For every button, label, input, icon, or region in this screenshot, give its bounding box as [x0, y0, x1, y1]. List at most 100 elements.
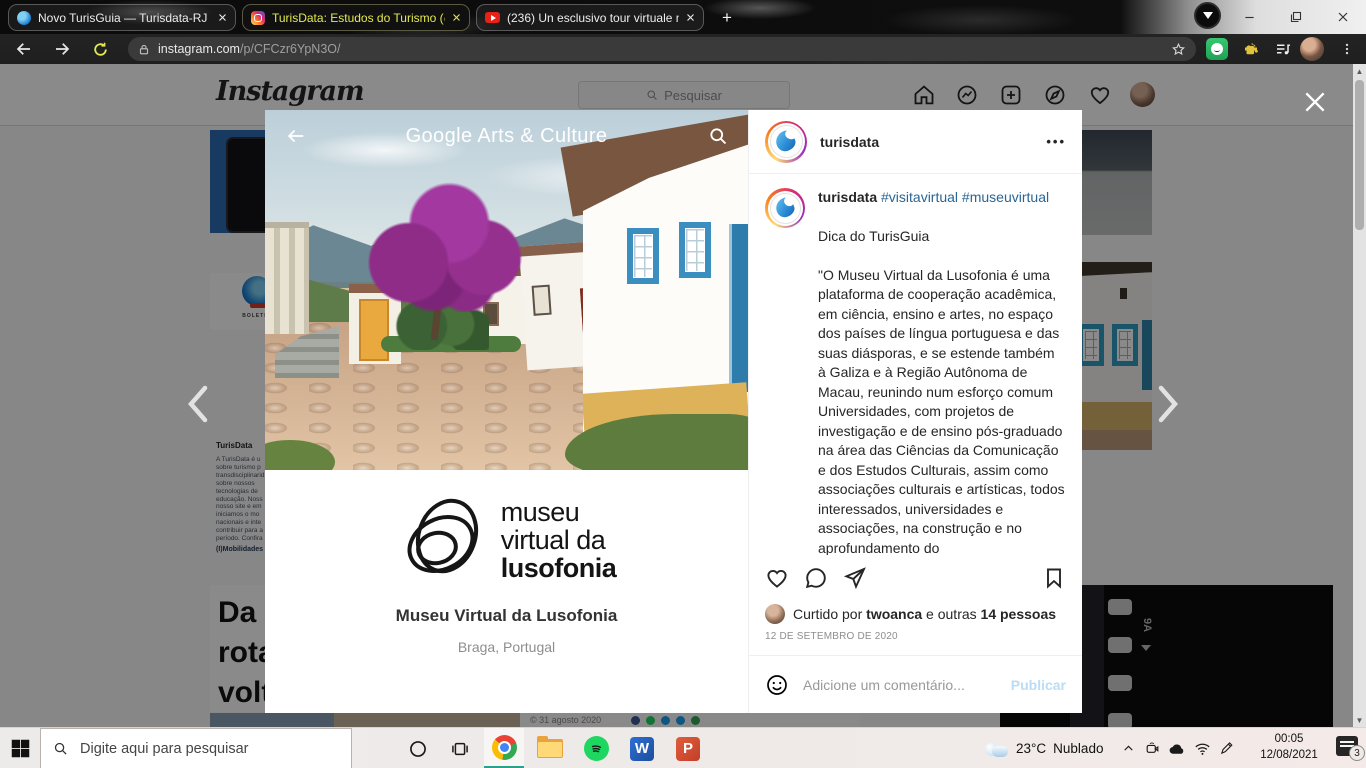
- save-bookmark-icon[interactable]: [1042, 566, 1066, 590]
- publish-button[interactable]: Publicar: [1011, 677, 1066, 693]
- turisdata-avatar[interactable]: [770, 193, 801, 224]
- back-arrow-icon: [15, 40, 33, 58]
- instagram-page: Instagram Pesquisar BOLETIM Este mês nos…: [0, 64, 1366, 727]
- reload-button[interactable]: [88, 37, 112, 61]
- notification-center-button[interactable]: 3: [1336, 736, 1358, 756]
- close-icon: [1337, 11, 1349, 23]
- taskbar-explorer-button[interactable]: [530, 728, 570, 768]
- taskbar-powerpoint-button[interactable]: P: [668, 728, 708, 768]
- turisdata-avatar[interactable]: [770, 125, 803, 158]
- scroll-down-arrow[interactable]: ▼: [1353, 713, 1366, 727]
- cortana-button[interactable]: [398, 728, 438, 768]
- tray-onedrive-button[interactable]: [1165, 728, 1189, 768]
- comment-input[interactable]: [801, 676, 999, 694]
- media-controls-button[interactable]: [1194, 2, 1221, 29]
- like-heart-icon[interactable]: [765, 566, 789, 590]
- post-username[interactable]: turisdata: [820, 134, 879, 150]
- tab-close-icon[interactable]: [218, 13, 227, 22]
- tab-close-icon[interactable]: [452, 13, 461, 22]
- caption-hashtags[interactable]: #visitavirtual #museuvirtual: [881, 189, 1049, 205]
- forward-arrow-icon: [53, 40, 71, 58]
- page-scrollbar[interactable]: ▲ ▼: [1353, 64, 1366, 727]
- weather-cloud-icon: [982, 741, 1009, 757]
- browser-profile-avatar[interactable]: [1300, 37, 1324, 61]
- browser-toolbar: instagram.com/p/CFCzr6YpN3O/: [0, 34, 1366, 64]
- window-minimize-button[interactable]: [1226, 0, 1272, 34]
- taskbar-search-input[interactable]: [78, 740, 339, 758]
- caption-body: Dica do TurisGuia "O Museu Virtual da Lu…: [818, 227, 1066, 556]
- gac-search-icon[interactable]: [708, 126, 728, 146]
- tab-close-icon[interactable]: [686, 13, 695, 22]
- taskbar-clock[interactable]: 00:05 12/08/2021: [1244, 731, 1334, 763]
- cortana-circle-icon: [408, 739, 428, 759]
- post-media[interactable]: Google Arts & Culture muse: [265, 110, 748, 713]
- taskbar-spotify-button[interactable]: [576, 728, 616, 768]
- previous-post-chevron[interactable]: [184, 382, 212, 426]
- playlist-icon: [1274, 40, 1292, 58]
- url-text: instagram.com/p/CFCzr6YpN3O/: [158, 42, 340, 56]
- url-bar[interactable]: instagram.com/p/CFCzr6YpN3O/: [128, 37, 1196, 61]
- tab-title: Novo TurisGuia — Turisdata-RJ: [38, 11, 211, 25]
- powerpoint-icon: P: [676, 737, 700, 761]
- liker-avatar[interactable]: [765, 604, 785, 624]
- window-maximize-button[interactable]: [1273, 0, 1319, 34]
- instagram-favicon: [251, 11, 265, 25]
- tray-windows-ink-button[interactable]: [1214, 728, 1238, 768]
- tab-turisguia[interactable]: Novo TurisGuia — Turisdata-RJ: [8, 4, 236, 31]
- forward-button[interactable]: [50, 37, 74, 61]
- weather-label: Nublado: [1053, 741, 1103, 756]
- post-panel: turisdata ••• turisdata #visitavirtual #…: [748, 110, 1082, 713]
- windows-taskbar: W P 23°C Nublado 00:05 12/08/2021 3: [0, 727, 1366, 768]
- tray-meet-now-button[interactable]: [1140, 728, 1164, 768]
- more-options-button[interactable]: •••: [1046, 134, 1066, 149]
- windows-start-icon[interactable]: [10, 738, 31, 759]
- next-post-chevron[interactable]: [1154, 382, 1182, 426]
- story-ring[interactable]: [765, 188, 805, 228]
- tab-instagram-active[interactable]: TurisData: Estudos do Turismo (@: [242, 4, 470, 31]
- share-plane-icon[interactable]: [843, 566, 867, 590]
- tab-youtube[interactable]: (236) Un esclusivo tour virtuale n: [476, 4, 704, 31]
- taskbar-search[interactable]: [40, 728, 352, 768]
- scrollbar-thumb[interactable]: [1355, 80, 1364, 230]
- chevron-up-icon: [1122, 742, 1135, 755]
- bitmoji-extension-icon[interactable]: [1206, 38, 1228, 60]
- tray-chevron-button[interactable]: [1116, 728, 1140, 768]
- caption-row: turisdata #visitavirtual #museuvirtual D…: [765, 188, 1066, 555]
- puzzle-icon: [1242, 40, 1260, 58]
- reload-icon: [92, 41, 109, 58]
- museum-caption-block: museu virtual da lusofonia Museu Virtual…: [265, 470, 748, 713]
- post-date: 12 DE SETEMBRO DE 2020: [749, 627, 1082, 655]
- likes-row: Curtido por twoanca e outras 14 pessoas: [749, 601, 1082, 627]
- taskbar-word-button[interactable]: W: [622, 728, 662, 768]
- emoji-icon[interactable]: [765, 673, 789, 697]
- spotify-icon: [584, 736, 609, 761]
- music-queue-extension-icon[interactable]: [1272, 38, 1294, 60]
- bookmark-star-icon[interactable]: [1171, 42, 1186, 57]
- comment-icon[interactable]: [804, 566, 828, 590]
- post-modal: Google Arts & Culture muse: [265, 110, 1082, 713]
- notification-badge: 3: [1349, 745, 1365, 761]
- taskbar-weather[interactable]: 23°C Nublado: [982, 728, 1103, 768]
- extensions-puzzle-icon[interactable]: [1240, 38, 1262, 60]
- task-view-button[interactable]: [440, 728, 480, 768]
- gac-back-arrow-icon[interactable]: [285, 125, 307, 147]
- post-actions: [749, 555, 1082, 601]
- taskbar-chrome-button[interactable]: [484, 728, 524, 768]
- modal-close-icon[interactable]: [1302, 89, 1328, 115]
- scroll-up-arrow[interactable]: ▲: [1353, 64, 1366, 78]
- window-close-button[interactable]: [1320, 0, 1366, 34]
- caption-username[interactable]: turisdata: [818, 189, 877, 205]
- screen: Novo TurisGuia — Turisdata-RJ TurisData:…: [0, 0, 1366, 768]
- word-icon: W: [630, 737, 654, 761]
- chrome-icon: [492, 735, 517, 760]
- liker-username[interactable]: twoanca: [866, 606, 922, 622]
- lock-icon: [138, 43, 150, 56]
- post-header: turisdata •••: [749, 110, 1082, 174]
- back-button[interactable]: [12, 37, 36, 61]
- weather-temp: 23°C: [1016, 741, 1046, 756]
- onedrive-cloud-icon: [1168, 742, 1186, 755]
- browser-menu-button[interactable]: [1336, 38, 1358, 60]
- story-ring[interactable]: [765, 121, 807, 163]
- tray-wifi-button[interactable]: [1190, 728, 1214, 768]
- new-tab-button[interactable]: +: [716, 7, 738, 29]
